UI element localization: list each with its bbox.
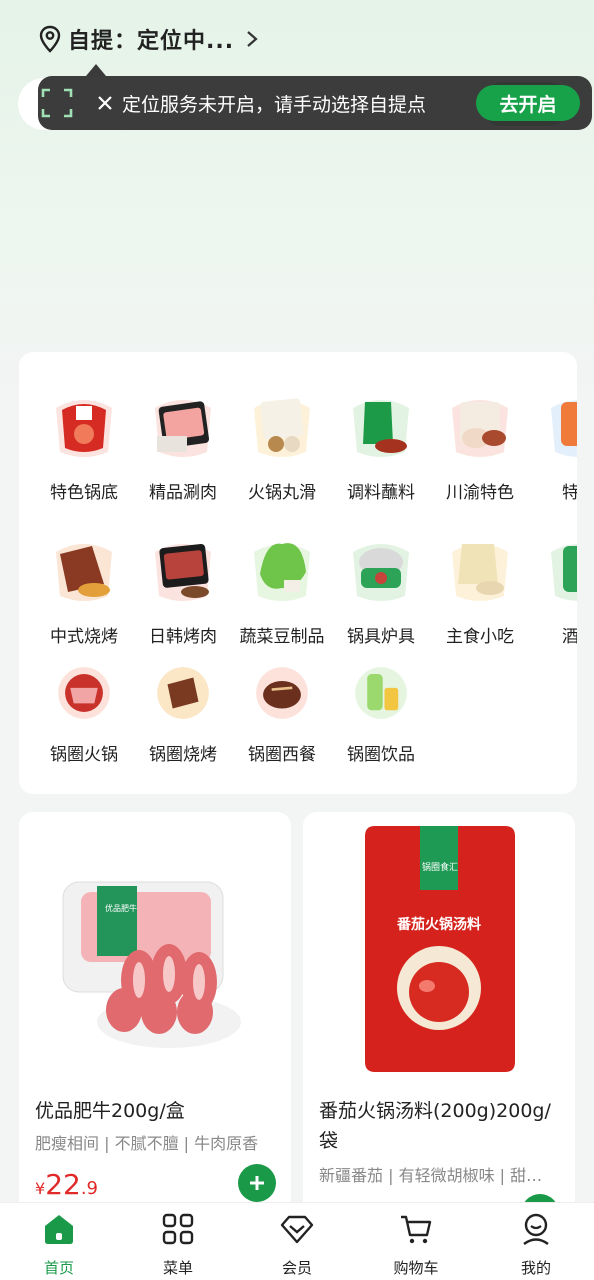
location-toast: 定位服务未开启，请手动选择自提点 去开启 <box>38 76 592 130</box>
category-item[interactable]: 主食小吃 <box>430 534 530 647</box>
snack-icon <box>452 544 508 601</box>
category-item[interactable]: 锅圈烧烤 <box>133 662 233 765</box>
product-subtitle: 肥瘦相间 | 不腻不膻 | 牛肉原香 <box>35 1134 259 1153</box>
diamond-icon <box>280 1215 314 1244</box>
location-pin-icon <box>39 25 61 53</box>
cookware-icon <box>353 544 409 601</box>
product-card[interactable]: 锅圈食汇 番茄火锅汤料 番茄火锅汤料(200g)200g/袋 新疆番茄 | 有轻… <box>303 812 575 1232</box>
product-price: ¥22.9 <box>35 1168 99 1201</box>
scan-icon[interactable] <box>40 86 74 120</box>
category-item[interactable]: 锅具炉具 <box>331 534 431 647</box>
special-icon <box>551 400 577 457</box>
category-item[interactable]: 锅圈饮品 <box>331 662 431 765</box>
product-title: 优品肥牛200g/盒 <box>35 1100 185 1122</box>
sliced-meat-icon <box>155 400 211 457</box>
toast-arrow <box>86 64 106 76</box>
close-icon[interactable] <box>94 92 116 114</box>
guoquan-bbq-icon <box>157 667 209 719</box>
guoquan-drinks-icon <box>355 667 407 719</box>
product-subtitle: 新疆番茄 | 有轻微胡椒味 | 甜… <box>319 1166 543 1185</box>
category-item[interactable]: 酒水 <box>529 534 577 647</box>
product-image <box>365 826 515 1072</box>
sichuan-icon <box>452 400 508 457</box>
category-item[interactable]: 精品涮肉 <box>133 390 233 503</box>
meatballs-icon <box>254 398 310 457</box>
toast-message: 定位服务未开启，请手动选择自提点 <box>122 94 427 116</box>
grid-icon <box>162 1213 194 1245</box>
plus-icon <box>250 1176 264 1190</box>
enable-location-button[interactable]: 去开启 <box>476 85 580 121</box>
tab-home[interactable]: 首页 <box>19 1211 99 1278</box>
product-card[interactable]: 优品肥牛 优品肥牛200g/盒 肥瘦相间 | 不腻不膻 | 牛肉原香 ¥22.9 <box>19 812 291 1232</box>
location-selector[interactable]: 自提：定位中... <box>38 24 260 54</box>
category-item[interactable]: 调料蘸料 <box>331 390 431 503</box>
vegetable-icon <box>254 543 310 601</box>
tab-profile[interactable]: 我的 <box>496 1211 576 1278</box>
sauce-icon <box>353 400 409 457</box>
tab-cart[interactable]: 购物车 <box>376 1211 456 1278</box>
tab-menu[interactable]: 菜单 <box>138 1211 218 1278</box>
package-label: 番茄火锅汤料 <box>397 917 481 933</box>
person-icon <box>523 1213 549 1245</box>
bbq-icon <box>56 544 112 601</box>
brand-label: 锅圈食汇 <box>422 863 459 873</box>
chevron-right-icon <box>247 31 258 47</box>
add-to-cart-button[interactable] <box>238 1164 276 1202</box>
category-item[interactable]: 火锅丸滑 <box>232 390 332 503</box>
drinks-icon <box>551 544 577 601</box>
hotpot-base-icon <box>56 400 112 457</box>
category-item[interactable]: 中式烧烤 <box>34 534 134 647</box>
cart-icon <box>401 1215 432 1244</box>
category-item[interactable]: 锅圈西餐 <box>232 662 332 765</box>
category-item[interactable]: 特色 <box>529 390 577 503</box>
korean-bbq-icon <box>155 543 211 601</box>
category-grid: 特色锅底 精品涮肉 火锅丸滑 调料蘸料 川渝特色 特 中式烧烤 日韩烤肉 蔬菜豆… <box>19 352 577 794</box>
category-item[interactable]: 特色锅底 <box>34 390 134 503</box>
guoquan-western-icon <box>256 667 308 719</box>
category-item[interactable]: 日韩烤肉 <box>133 534 233 647</box>
product-image <box>62 881 241 1048</box>
guoquan-hotpot-icon <box>58 667 110 719</box>
product-title: 番茄火锅汤料(200g)200g/袋 <box>319 1100 551 1152</box>
package-label: 优品肥牛 <box>105 904 137 913</box>
bottom-tab-bar: 首页 菜单 会员 购物车 我的 <box>0 1202 594 1280</box>
category-item[interactable]: 川渝特色 <box>430 390 530 503</box>
tab-member[interactable]: 会员 <box>257 1211 337 1278</box>
location-text: 自提：定位中... <box>68 29 235 54</box>
category-item[interactable]: 蔬菜豆制品 <box>232 534 332 647</box>
category-item[interactable]: 锅圈火锅 <box>34 662 134 765</box>
home-icon <box>45 1215 73 1244</box>
